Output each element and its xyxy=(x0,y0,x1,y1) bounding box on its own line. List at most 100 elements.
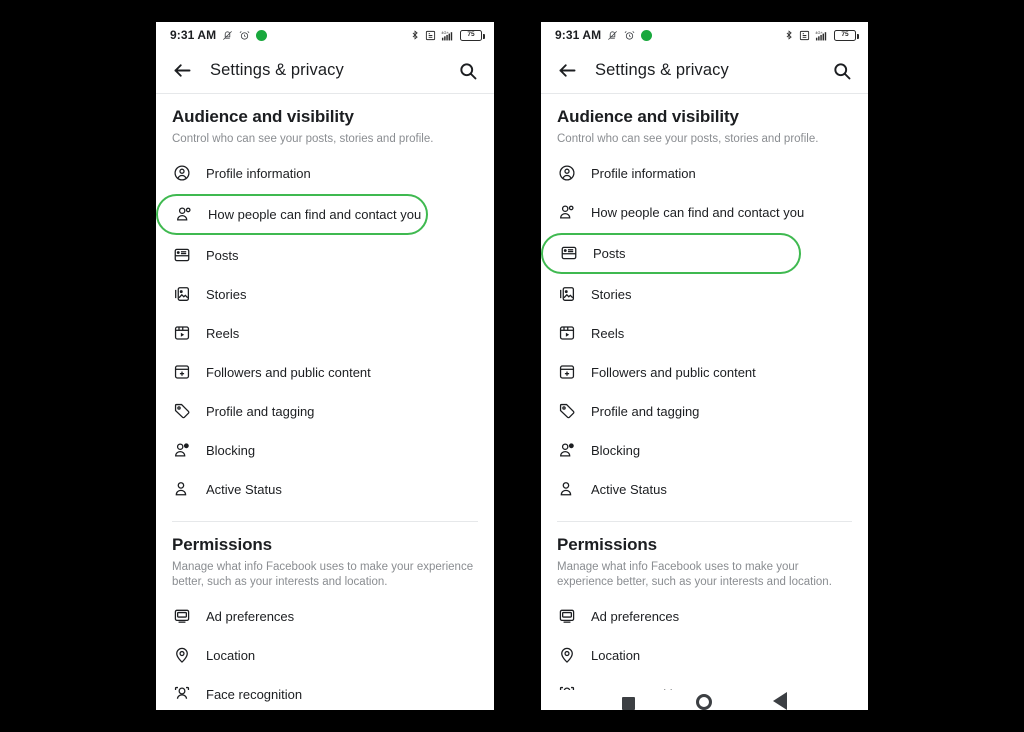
audience-section-header: Audience and visibility Control who can … xyxy=(156,94,494,148)
list-item-stories[interactable]: Stories xyxy=(156,275,494,314)
reels-icon xyxy=(172,323,192,343)
list-item-label: Ad preferences xyxy=(591,608,680,624)
battery-level: 75 xyxy=(841,30,849,38)
location-pin-icon xyxy=(172,645,192,665)
home-button[interactable] xyxy=(695,694,712,710)
list-item-location[interactable]: Location xyxy=(156,636,494,675)
active-status-icon xyxy=(557,479,577,499)
list-item-profile-information[interactable]: Profile information xyxy=(541,154,868,193)
person-block-icon xyxy=(172,440,192,460)
ad-preferences-icon xyxy=(557,606,577,626)
list-item-label: Profile and tagging xyxy=(591,403,700,419)
battery-icon: 75 xyxy=(460,29,485,41)
sd-card-icon xyxy=(425,30,436,41)
list-item-active-status[interactable]: Active Status xyxy=(541,470,868,509)
list-item-label: Active Status xyxy=(591,481,667,497)
list-item-reels[interactable]: Reels xyxy=(156,314,494,353)
list-item-how-people-can-find-and-contact-you[interactable]: How people can find and contact you xyxy=(156,193,428,235)
list-item-label: Reels xyxy=(206,325,240,341)
permissions-section-header: Permissions Manage what info Facebook us… xyxy=(541,522,868,591)
bluetooth-icon xyxy=(784,29,794,41)
phone-panel-left: 9:31 AM 4G+ 75 Settings & privacy Audien… xyxy=(156,22,494,710)
permissions-section-subtitle: Manage what info Facebook uses to make y… xyxy=(557,560,832,589)
permissions-section-title: Permissions xyxy=(172,534,273,554)
list-item-label: Posts xyxy=(593,245,626,261)
list-item-label: Profile information xyxy=(591,165,696,181)
list-item-location[interactable]: Location xyxy=(541,636,868,675)
list-item-label: Reels xyxy=(591,325,625,341)
svg-text:4G+: 4G+ xyxy=(815,30,823,34)
audience-list-right: Profile information How people can find … xyxy=(541,148,868,509)
app-bar: Settings & privacy xyxy=(156,48,494,94)
list-item-stories[interactable]: Stories xyxy=(541,275,868,314)
battery-level: 75 xyxy=(467,30,475,38)
list-item-profile-information[interactable]: Profile information xyxy=(156,154,494,193)
sd-card-icon xyxy=(799,30,810,41)
status-bar-right: 4G+ 75 xyxy=(410,29,485,41)
person-block-icon xyxy=(557,440,577,460)
list-item-label: Followers and public content xyxy=(206,364,371,380)
page-title: Settings & privacy xyxy=(595,61,729,79)
settings-content-right: Audience and visibility Control who can … xyxy=(541,94,868,710)
android-navigation-bar xyxy=(541,690,868,710)
status-bar: 9:31 AM 4G+ 75 xyxy=(156,22,494,48)
list-item-followers-and-public-content[interactable]: Followers and public content xyxy=(156,353,494,392)
status-clock: 9:31 AM xyxy=(170,28,217,42)
list-item-posts[interactable]: Posts xyxy=(541,232,801,274)
active-status-icon xyxy=(172,479,192,499)
status-bar-left: 9:31 AM xyxy=(170,28,268,42)
list-item-active-status[interactable]: Active Status xyxy=(156,470,494,509)
recents-button[interactable] xyxy=(621,697,635,710)
list-item-label: Blocking xyxy=(206,442,256,458)
list-item-label: Followers and public content xyxy=(591,364,756,380)
followers-add-icon xyxy=(172,362,192,382)
tag-icon xyxy=(172,401,192,421)
posts-icon xyxy=(559,243,579,263)
list-item-posts[interactable]: Posts xyxy=(156,236,494,275)
bluetooth-icon xyxy=(410,29,420,41)
stories-icon xyxy=(172,284,192,304)
status-bar: 9:31 AM 4G+ 75 xyxy=(541,22,868,48)
reels-icon xyxy=(557,323,577,343)
search-icon[interactable] xyxy=(830,59,854,83)
list-item-label: Active Status xyxy=(206,481,282,497)
list-item-label: Stories xyxy=(591,286,632,302)
list-item-label: Stories xyxy=(206,286,247,302)
list-item-profile-and-tagging[interactable]: Profile and tagging xyxy=(156,392,494,431)
screenshot-stage: 9:31 AM 4G+ 75 Settings & privacy Audien… xyxy=(0,0,1024,732)
back-button[interactable] xyxy=(773,692,788,710)
profile-circle-icon xyxy=(172,163,192,183)
list-item-label: Profile and tagging xyxy=(206,403,315,419)
list-item-label: Posts xyxy=(206,247,239,263)
audience-section-subtitle: Control who can see your posts, stories … xyxy=(557,133,819,145)
silent-mode-icon xyxy=(607,30,618,41)
followers-add-icon xyxy=(557,362,577,382)
audience-section-header: Audience and visibility Control who can … xyxy=(541,94,868,148)
list-item-profile-and-tagging[interactable]: Profile and tagging xyxy=(541,392,868,431)
list-item-ad-preferences[interactable]: Ad preferences xyxy=(541,597,868,636)
list-item-followers-and-public-content[interactable]: Followers and public content xyxy=(541,353,868,392)
posts-icon xyxy=(172,245,192,265)
list-item-face-recognition[interactable]: Face recognition xyxy=(156,675,494,710)
person-search-icon xyxy=(174,204,194,224)
profile-circle-icon xyxy=(557,163,577,183)
search-icon[interactable] xyxy=(456,59,480,83)
list-item-blocking[interactable]: Blocking xyxy=(541,431,868,470)
list-item-label: Profile information xyxy=(206,165,311,181)
svg-text:4G+: 4G+ xyxy=(441,30,449,34)
list-item-label: How people can find and contact you xyxy=(208,206,422,222)
silent-mode-icon xyxy=(222,30,233,41)
permissions-section-header: Permissions Manage what info Facebook us… xyxy=(156,522,494,591)
battery-icon: 75 xyxy=(834,29,859,41)
list-item-ad-preferences[interactable]: Ad preferences xyxy=(156,597,494,636)
list-item-how-people-can-find-and-contact-you[interactable]: How people can find and contact you xyxy=(541,193,868,232)
status-bar-left: 9:31 AM xyxy=(555,28,653,42)
tag-icon xyxy=(557,401,577,421)
back-arrow-icon[interactable] xyxy=(170,59,194,83)
ad-preferences-icon xyxy=(172,606,192,626)
list-item-blocking[interactable]: Blocking xyxy=(156,431,494,470)
list-item-label: Ad preferences xyxy=(206,608,295,624)
audience-section-subtitle: Control who can see your posts, stories … xyxy=(172,133,434,145)
list-item-reels[interactable]: Reels xyxy=(541,314,868,353)
back-arrow-icon[interactable] xyxy=(555,59,579,83)
